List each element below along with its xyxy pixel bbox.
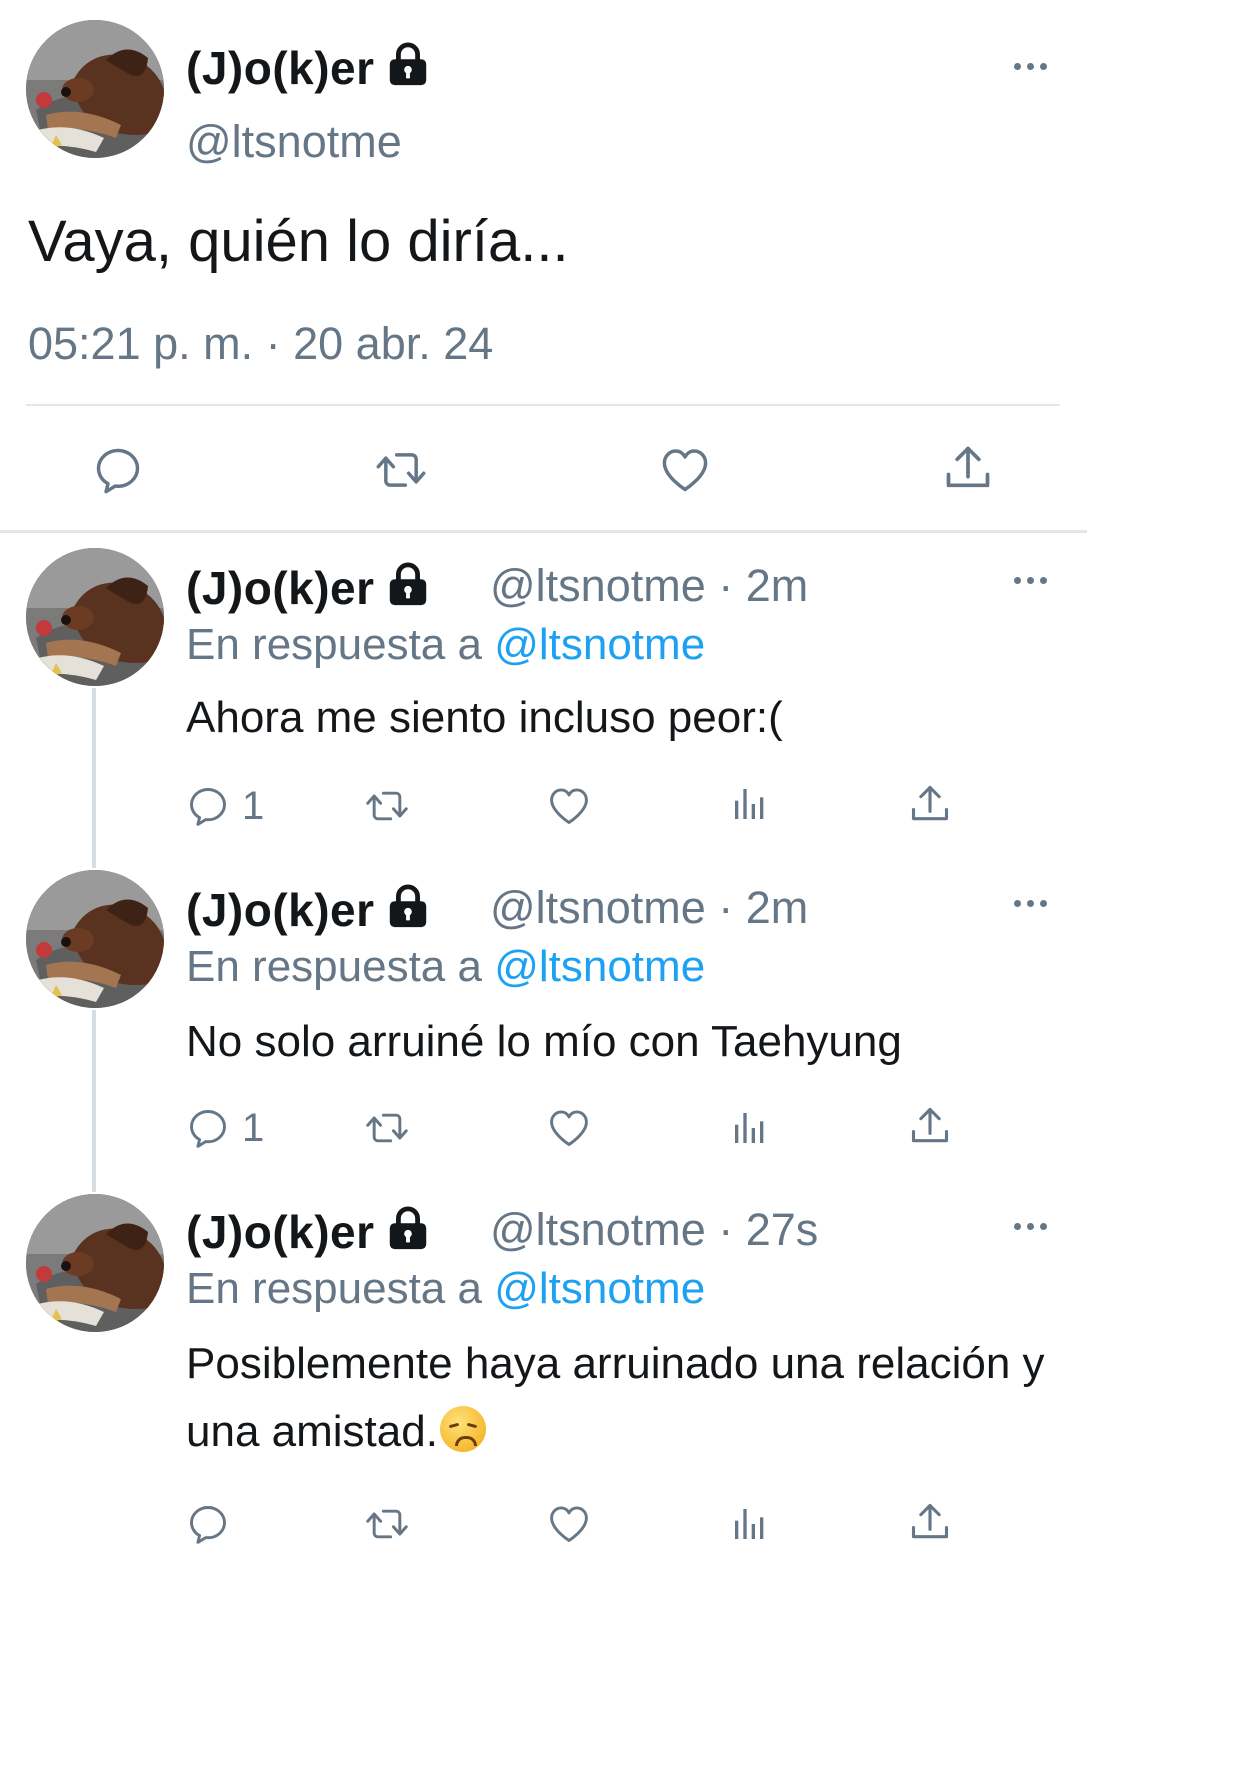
- share-icon[interactable]: [908, 1104, 952, 1148]
- avatar[interactable]: [26, 20, 164, 158]
- like-icon[interactable]: [546, 1106, 592, 1150]
- display-name-text: (J)o(k)er: [186, 42, 375, 94]
- avatar[interactable]: [26, 870, 164, 1008]
- reply-mention-link[interactable]: @ltsnotme: [494, 620, 705, 669]
- reply-context: En respuesta a @ltsnotme: [186, 1264, 705, 1314]
- retweet-icon[interactable]: [372, 444, 430, 496]
- reply-context: En respuesta a @ltsnotme: [186, 942, 705, 992]
- handle[interactable]: @ltsnotme: [186, 116, 402, 168]
- tweet-text: Ahora me siento incluso peor:(: [186, 693, 783, 742]
- reply-icon[interactable]: [186, 784, 230, 828]
- tweet-timestamp[interactable]: 05:21 p. m. · 20 abr. 24: [28, 318, 493, 370]
- reply-prefix: En respuesta a: [186, 620, 482, 669]
- reply-prefix: En respuesta a: [186, 1264, 482, 1313]
- share-icon[interactable]: [908, 782, 952, 826]
- lock-icon: [385, 560, 431, 619]
- reply-mention-link[interactable]: @ltsnotme: [494, 1264, 705, 1313]
- display-name-text: (J)o(k)er: [186, 884, 375, 936]
- thread-line: [92, 688, 96, 868]
- display-name[interactable]: (J)o(k)er: [186, 882, 431, 941]
- display-name[interactable]: (J)o(k)er: [186, 560, 431, 619]
- tweet-text: No solo arruiné lo mío con Taehyung: [186, 1017, 902, 1066]
- tweet-meta[interactable]: @ltsnotme · 2m: [490, 882, 808, 934]
- more-icon[interactable]: [1014, 897, 1050, 909]
- tweet-meta[interactable]: @ltsnotme · 2m: [490, 560, 808, 612]
- analytics-icon[interactable]: [730, 1504, 770, 1544]
- share-icon[interactable]: [908, 1500, 952, 1544]
- more-icon[interactable]: [1014, 574, 1050, 586]
- retweet-icon[interactable]: [362, 1502, 412, 1546]
- avatar[interactable]: [26, 548, 164, 686]
- avatar[interactable]: [26, 1194, 164, 1332]
- analytics-icon[interactable]: [730, 784, 770, 824]
- more-icon[interactable]: [1014, 1220, 1050, 1232]
- tweet-text: Vaya, quién lo diría...: [28, 209, 569, 274]
- reply-icon[interactable]: [92, 444, 144, 496]
- like-icon[interactable]: [658, 444, 712, 496]
- tweet-meta[interactable]: @ltsnotme · 27s: [490, 1204, 818, 1256]
- lock-icon: [385, 40, 431, 99]
- divider: [26, 404, 1060, 406]
- reply-prefix: En respuesta a: [186, 942, 482, 991]
- like-icon[interactable]: [546, 1502, 592, 1546]
- reply-mention-link[interactable]: @ltsnotme: [494, 942, 705, 991]
- reply-count: 1: [242, 1106, 265, 1150]
- retweet-icon[interactable]: [362, 1106, 412, 1150]
- like-icon[interactable]: [546, 784, 592, 828]
- display-name[interactable]: (J)o(k)er: [186, 40, 431, 99]
- analytics-icon[interactable]: [730, 1108, 770, 1148]
- thread-line: [92, 1010, 96, 1192]
- share-icon[interactable]: [942, 442, 994, 494]
- lock-icon: [385, 1204, 431, 1263]
- lock-icon: [385, 882, 431, 941]
- display-name[interactable]: (J)o(k)er: [186, 1204, 431, 1263]
- reply-count: 1: [242, 784, 265, 828]
- display-name-text: (J)o(k)er: [186, 562, 375, 614]
- reply-icon[interactable]: [186, 1502, 230, 1546]
- more-icon[interactable]: [1014, 60, 1050, 72]
- tweet-text: Posiblemente haya arruinado una relación…: [186, 1330, 1056, 1466]
- disappointed-face-emoji: [439, 1406, 486, 1452]
- tweet-text-content: Posiblemente haya arruinado una relación…: [186, 1339, 1045, 1456]
- reply-context: En respuesta a @ltsnotme: [186, 620, 705, 670]
- reply-icon[interactable]: [186, 1106, 230, 1150]
- retweet-icon[interactable]: [362, 784, 412, 828]
- section-divider: [0, 530, 1087, 533]
- display-name-text: (J)o(k)er: [186, 1206, 375, 1258]
